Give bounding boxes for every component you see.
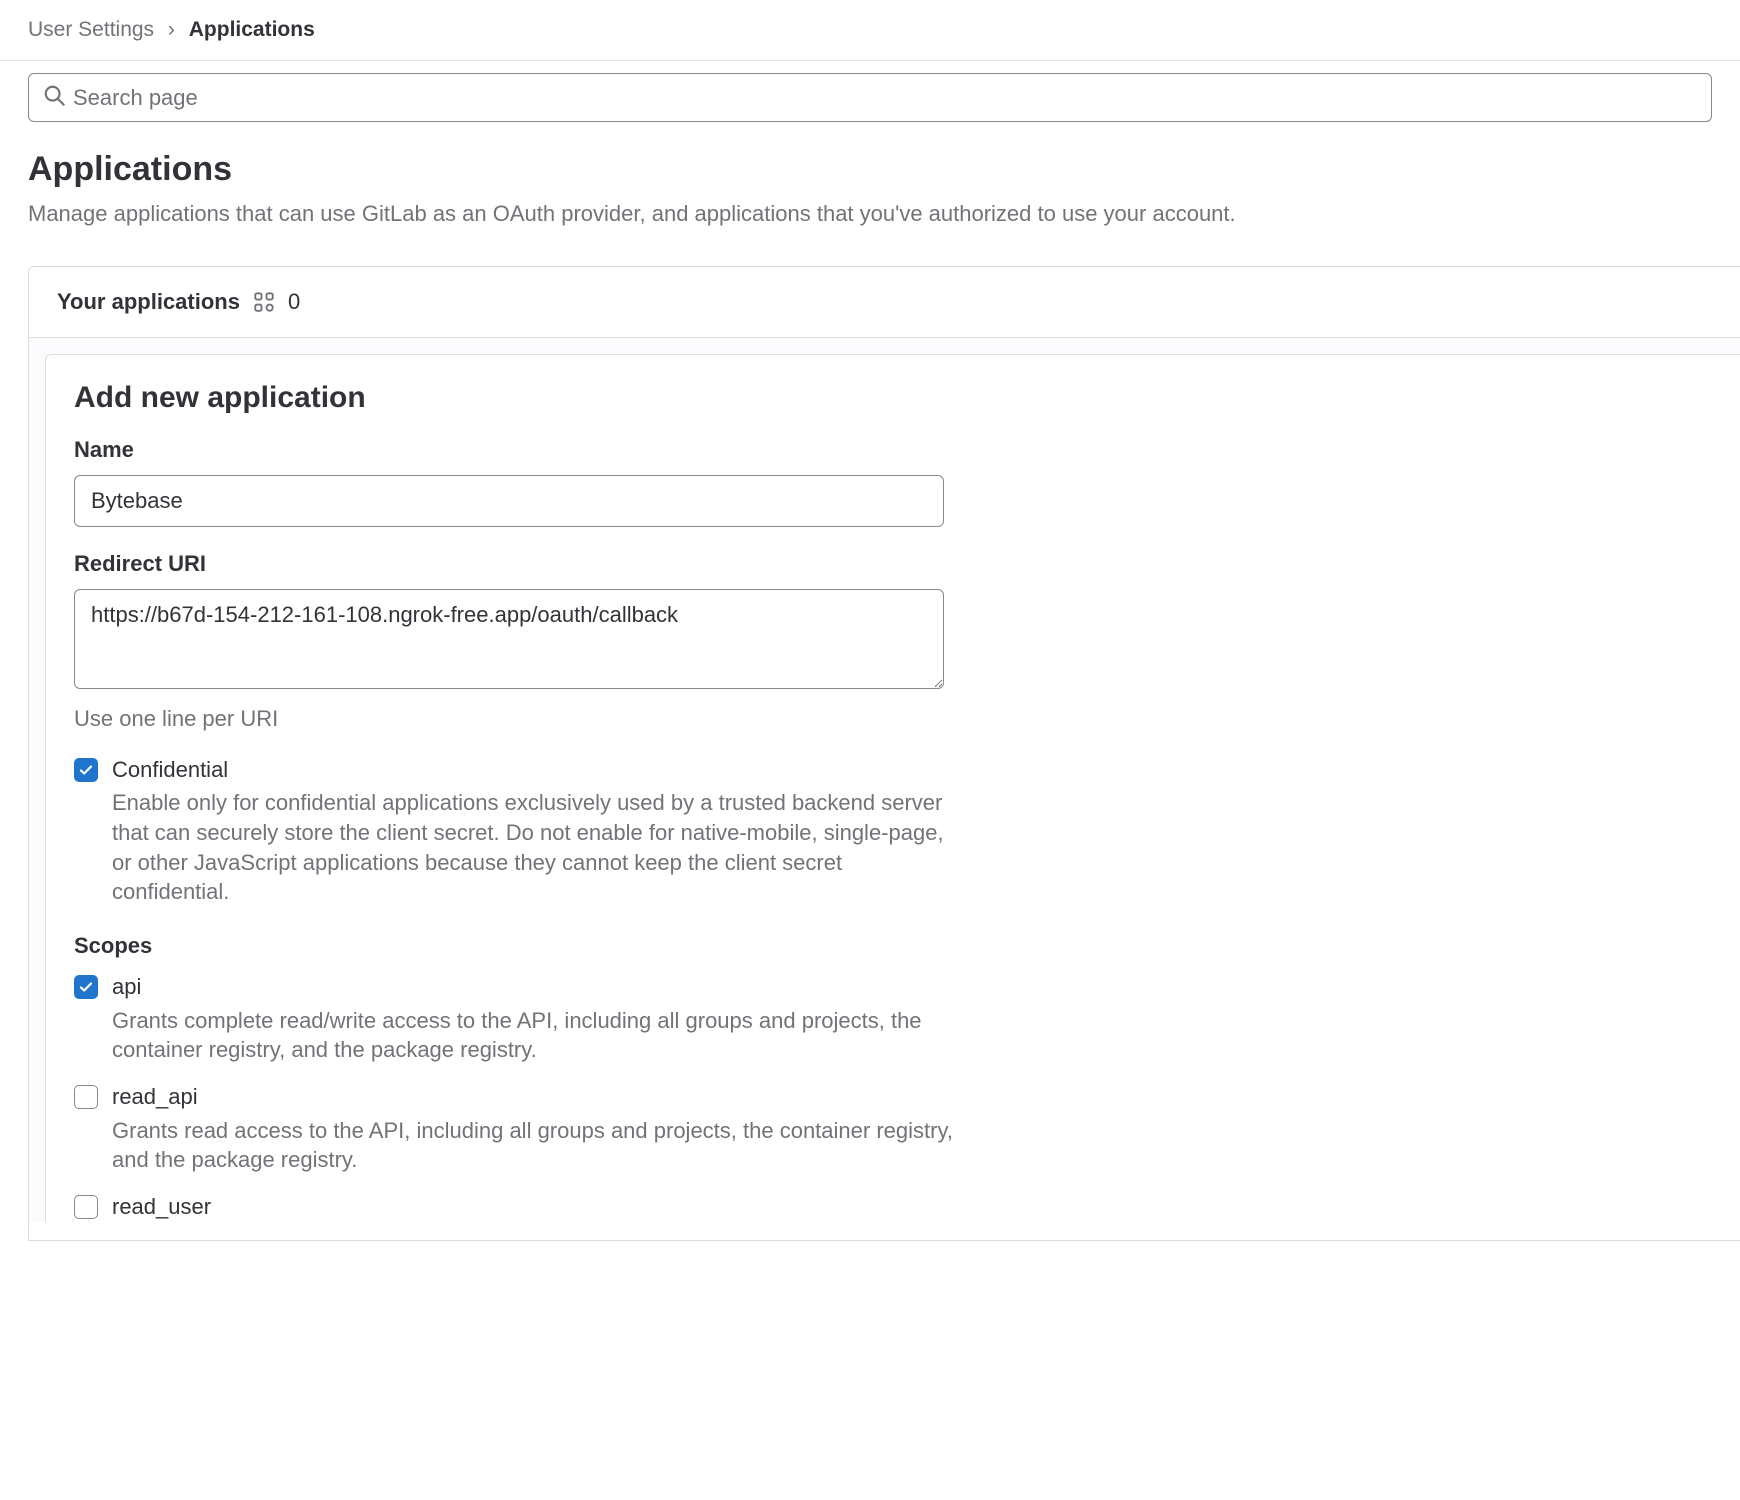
breadcrumb: User Settings › Applications <box>0 0 1740 61</box>
redirect-uri-input[interactable] <box>74 589 944 689</box>
applications-icon <box>254 292 274 312</box>
breadcrumb-current: Applications <box>189 18 315 41</box>
scope-api-desc: Grants complete read/write access to the… <box>112 1006 962 1065</box>
confidential-checkbox[interactable] <box>74 758 98 782</box>
panel-header: Your applications 0 <box>29 267 1740 338</box>
page-title: Applications <box>28 150 1712 189</box>
scope-read-user-checkbox[interactable] <box>74 1195 98 1219</box>
chevron-right-icon: › <box>168 18 175 41</box>
redirect-uri-label: Redirect URI <box>74 551 1712 577</box>
confidential-desc: Enable only for confidential application… <box>112 788 962 907</box>
confidential-label: Confidential <box>112 756 1712 785</box>
scopes-heading: Scopes <box>74 933 1712 959</box>
your-applications-title: Your applications <box>57 289 240 315</box>
search-box[interactable] <box>28 73 1712 122</box>
scope-read-api-checkbox[interactable] <box>74 1085 98 1109</box>
breadcrumb-parent[interactable]: User Settings <box>28 18 154 41</box>
search-input[interactable] <box>73 85 1697 111</box>
scope-api-checkbox[interactable] <box>74 975 98 999</box>
applications-panel: Your applications 0 Add new application … <box>28 266 1740 1241</box>
scope-read-user-label: read_user <box>112 1193 1712 1222</box>
redirect-uri-help: Use one line per URI <box>74 706 1712 732</box>
scope-api-label: api <box>112 973 1712 1002</box>
scope-read-api-desc: Grants read access to the API, including… <box>112 1116 962 1175</box>
name-label: Name <box>74 437 1712 463</box>
scope-read-api-label: read_api <box>112 1083 1712 1112</box>
name-input[interactable] <box>74 475 944 527</box>
form-title: Add new application <box>74 381 1712 415</box>
page-subtitle: Manage applications that can use GitLab … <box>28 199 1712 230</box>
add-application-form: Add new application Name Redirect URI Us… <box>45 354 1740 1222</box>
applications-count: 0 <box>288 289 300 315</box>
search-icon <box>43 84 65 111</box>
